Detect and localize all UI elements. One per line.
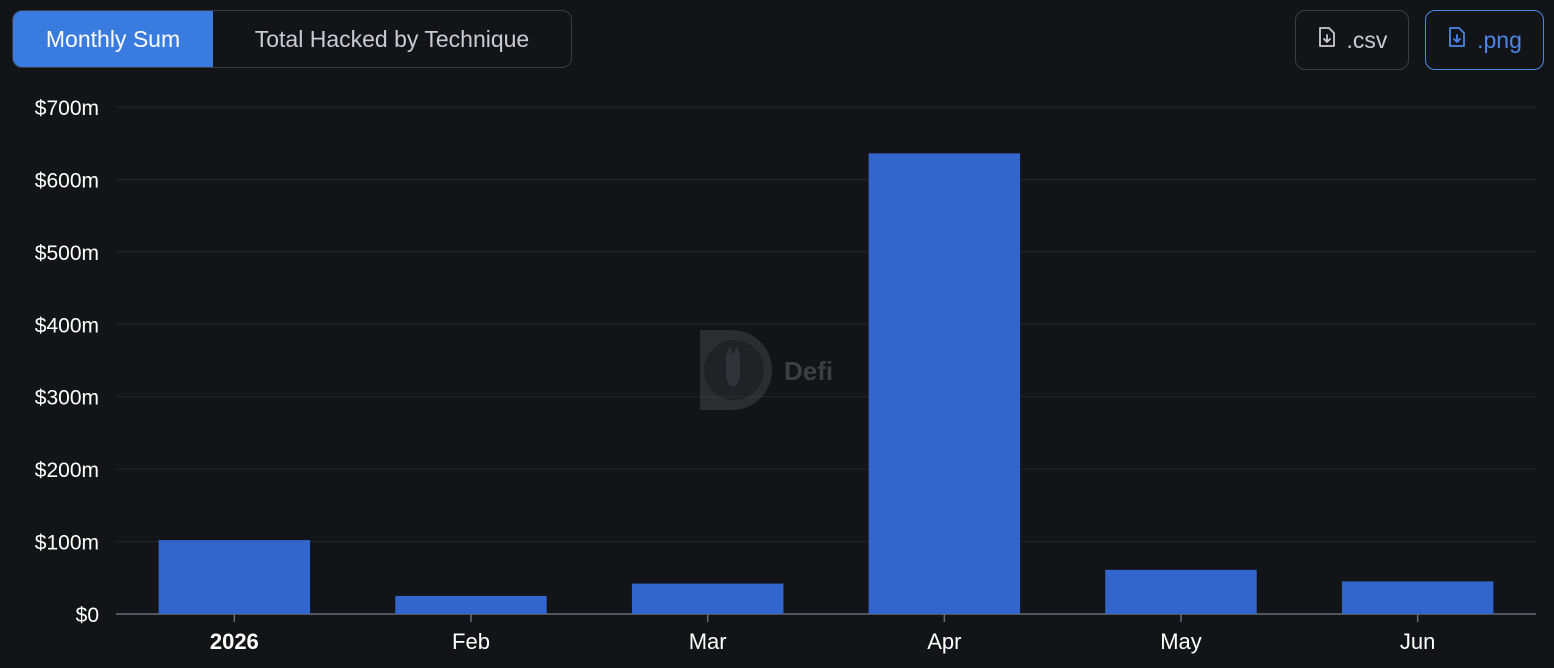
y-tick-label: $300m	[35, 387, 99, 410]
y-tick-label: $700m	[35, 97, 99, 120]
bar-jun	[1341, 581, 1494, 614]
x-tick-label: Feb	[452, 629, 490, 654]
bar-apr	[868, 153, 1021, 614]
monthly-sum-bar-chart: $0 $100m $200m $300m $400m $500m $600m $700m 202…	[35, 97, 1536, 654]
bar-feb	[395, 595, 547, 614]
y-tick-label: $200m	[35, 459, 99, 482]
x-tick-label: Apr	[927, 629, 961, 654]
y-tick-label: $400m	[35, 314, 99, 337]
x-tick-label: Jun	[1400, 629, 1435, 654]
bar-mar	[631, 583, 784, 614]
y-tick-label: $600m	[35, 169, 99, 192]
bar-may	[1105, 569, 1257, 614]
bar-2026	[158, 540, 311, 614]
y-tick-label: $0	[76, 604, 99, 627]
x-tick-label: May	[1160, 629, 1202, 654]
y-tick-label: $100m	[35, 532, 99, 555]
x-tick-label: Mar	[689, 629, 727, 654]
x-tick-label: 2026	[210, 629, 259, 654]
y-tick-label: $500m	[35, 242, 99, 265]
